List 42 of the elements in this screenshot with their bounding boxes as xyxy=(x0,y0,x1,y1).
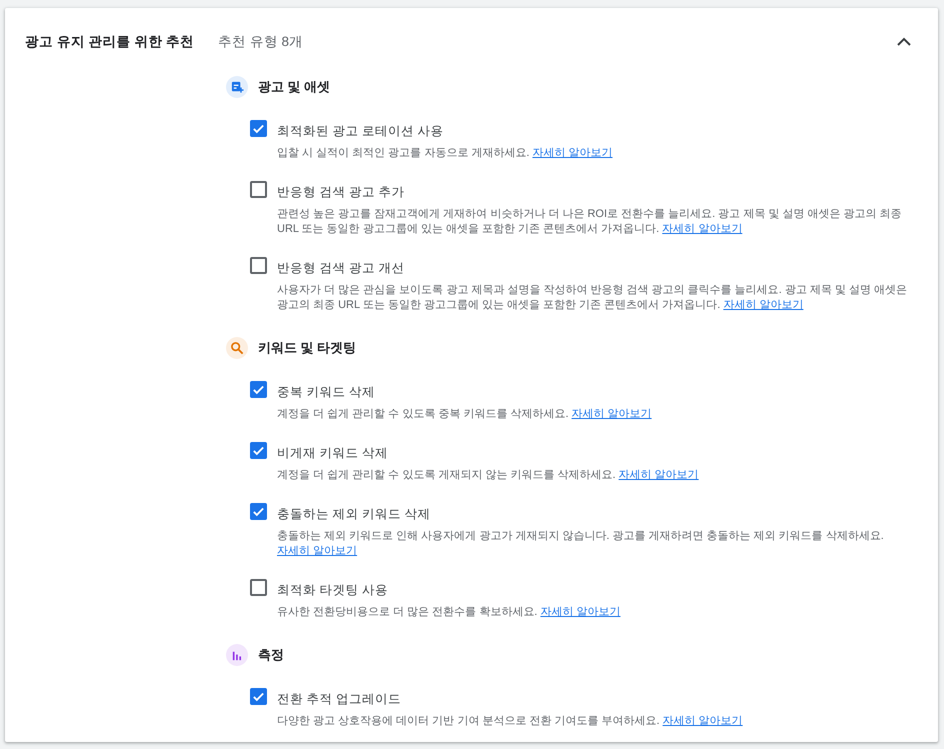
learn-more-link[interactable]: 자세히 알아보기 xyxy=(532,147,613,159)
section-title: 광고 유지 관리를 위한 추천 xyxy=(25,33,196,51)
checkmark-icon xyxy=(252,383,265,396)
option-label: 최적화된 광고 로테이션 사용 xyxy=(277,124,444,139)
checkbox[interactable] xyxy=(250,257,267,274)
checkmark-icon xyxy=(252,690,265,703)
option-label: 중복 키워드 삭제 xyxy=(277,385,376,400)
option-label: 반응형 검색 광고 추가 xyxy=(277,185,406,200)
checkbox[interactable] xyxy=(250,503,267,520)
checkbox[interactable] xyxy=(250,442,267,459)
checkmark-icon xyxy=(252,505,265,518)
learn-more-link[interactable]: 자세히 알아보기 xyxy=(723,299,804,311)
checkmark-icon xyxy=(252,122,265,135)
checkbox[interactable] xyxy=(250,579,267,596)
learn-more-link[interactable]: 자세히 알아보기 xyxy=(618,469,699,481)
option-label: 반응형 검색 광고 개선 xyxy=(277,261,406,276)
option-description: 관련성 높은 광고를 잠재고객에게 게재하여 비슷하거나 더 나은 ROI로 전환수를 늘리세요. 광고 제목 및 설명 애셋은 광고의 최종 URL 또는 동일한 광고그룹에 있는 애셋을 포함한 기존 콘텐츠에서 가져옵니다. 자세히 알아보기 xyxy=(277,207,903,237)
option-description: 유사한 전환당비용으로 더 많은 전환수를 확보하세요. 자세히 알아보기 xyxy=(277,605,620,620)
group-heading: 키워드 및 타겟팅 xyxy=(258,339,356,358)
learn-more-link[interactable]: 자세히 알아보기 xyxy=(572,408,652,420)
option-description: 충돌하는 제외 키워드로 인해 사용자에게 광고가 게재되지 않습니다. 광고를 게재하려면 충돌하는 제외 키워드를 삭제하세요. 자세히 알아보기 xyxy=(277,529,885,559)
group-heading: 측정 xyxy=(258,646,284,664)
group-heading: 광고 및 애셋 xyxy=(258,78,330,96)
option-label: 최적화 타겟팅 사용 xyxy=(277,583,389,598)
checkbox[interactable] xyxy=(250,120,267,137)
checkmark-icon xyxy=(252,444,265,457)
option-label: 충돌하는 제외 키워드 삭제 xyxy=(277,507,432,522)
option-label: 비게재 키워드 삭제 xyxy=(277,446,389,461)
option-description: 입찰 시 실적이 최적인 광고를 자동으로 게재하세요. 자세히 알아보기 xyxy=(277,146,613,161)
checkbox[interactable] xyxy=(250,688,267,705)
recommendation-count: 추천 유형 8개 xyxy=(218,33,304,51)
learn-more-link[interactable]: 자세히 알아보기 xyxy=(662,223,742,235)
learn-more-link[interactable]: 자세히 알아보기 xyxy=(540,606,620,618)
checkbox[interactable] xyxy=(250,181,267,198)
option-description: 계정을 더 쉽게 관리할 수 있도록 중복 키워드를 삭제하세요. 자세히 알아보기 xyxy=(277,407,652,422)
option-description: 다양한 광고 상호작용에 데이터 기반 기여 분석으로 전환 기여도를 부여하세요. 자세히 알아보기 xyxy=(277,714,743,729)
option-description: 사용자가 더 많은 관심을 보이도록 광고 제목과 설명을 작성하여 반응형 검색 광고의 클릭수를 늘리세요. 광고 제목 및 설명 애셋은 광고의 최종 URL 또는 동일한 광고그룹에 있는 애셋을 포함한 기존 콘텐츠에서 가져옵니다. 자세히 알아보기 xyxy=(277,283,908,313)
checkbox[interactable] xyxy=(250,381,267,398)
learn-more-link[interactable]: 자세히 알아보기 xyxy=(277,545,358,557)
option-label: 전환 추적 업그레이드 xyxy=(277,692,402,707)
learn-more-link[interactable]: 자세히 알아보기 xyxy=(662,715,743,727)
option-description: 계정을 더 쉽게 관리할 수 있도록 게재되지 않는 키워드를 삭제하세요. 자세히 알아보기 xyxy=(277,468,699,483)
